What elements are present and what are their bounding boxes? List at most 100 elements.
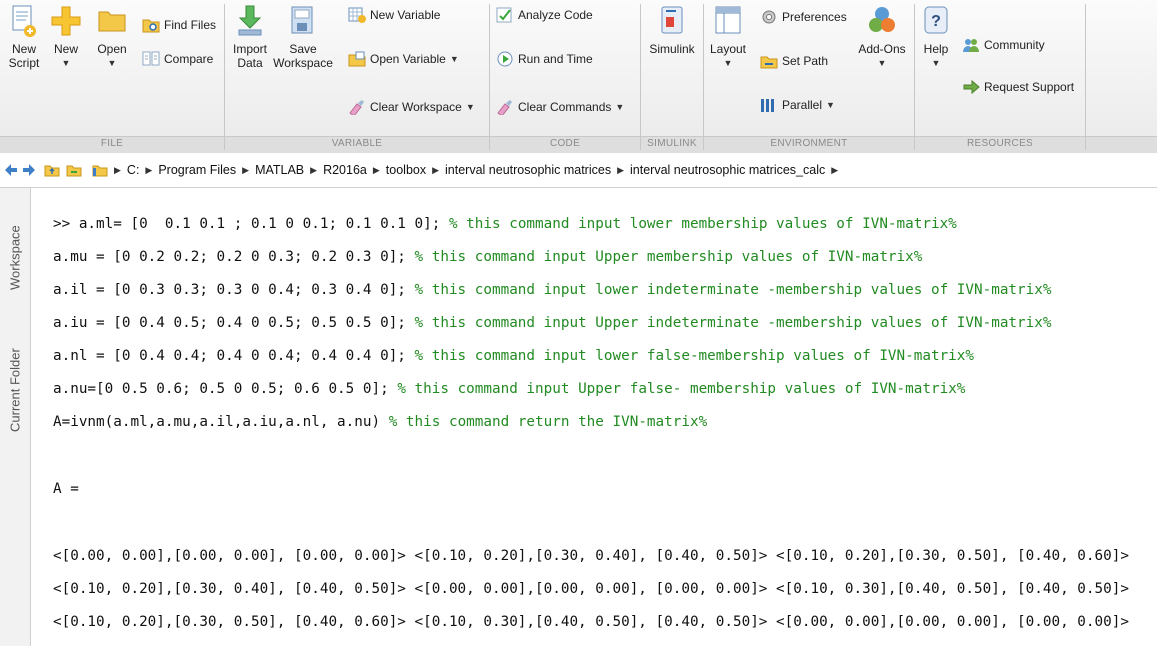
side-tabs: Workspace Current Folder (0, 188, 31, 646)
save-workspace-label-2: Workspace (273, 56, 333, 70)
breadcrumb-separator-icon: ▶ (114, 164, 121, 175)
new-variable-button[interactable]: New Variable (348, 4, 440, 26)
analyze-code-icon (496, 7, 512, 23)
forward-arrow-icon[interactable] (22, 163, 36, 177)
compare-button[interactable]: Compare (142, 48, 213, 70)
import-data-label-2: Data (237, 56, 263, 70)
tab-workspace[interactable]: Workspace (3, 208, 27, 308)
clear-workspace-button[interactable]: Clear Workspace ▼ (348, 96, 475, 118)
simulink-label: Simulink (649, 42, 695, 56)
layout-button[interactable]: Layout ▼ (708, 4, 748, 70)
folder-icon (98, 11, 126, 32)
clear-commands-button[interactable]: Clear Commands ▼ (496, 96, 624, 118)
import-data-button[interactable]: Import Data (230, 4, 270, 70)
breadcrumb-item[interactable]: R2016a (323, 163, 367, 177)
help-icon: ? (924, 6, 948, 34)
new-script-label-1: New (11, 42, 36, 56)
command-code: a.nu=[0 0.5 0.6; 0.5 0 0.5; 0.6 0.5 0]; (53, 381, 398, 397)
new-label: New (53, 42, 78, 56)
new-script-label-2: Script (8, 56, 40, 70)
breadcrumb-separator-icon: ▶ (432, 164, 440, 175)
parallel-label: Parallel (782, 98, 823, 112)
breadcrumb-item[interactable]: MATLAB (255, 163, 304, 177)
help-button[interactable]: ? Help ▼ (918, 4, 954, 70)
code-section-caption: CODE (549, 138, 581, 149)
command-comment: % this command input Upper false- member… (397, 381, 966, 397)
new-variable-icon (348, 7, 366, 23)
up-folder-icon[interactable] (44, 163, 60, 177)
new-button[interactable]: New ▼ (48, 4, 84, 70)
request-support-icon (963, 79, 980, 95)
parallel-button[interactable]: Parallel ▼ (760, 94, 835, 116)
address-bar: ▶ C: ▶ Program Files ▶ MATLAB ▶ R2016a ▶… (0, 153, 1157, 188)
breadcrumb-item[interactable]: interval neutrosophic matrices_calc (630, 163, 825, 177)
command-code: a.mu = [0 0.2 0.2; 0.2 0 0.3; 0.2 0.3 0]… (53, 249, 415, 265)
command-window[interactable]: >> a.ml= [0 0.1 0.1 ; 0.1 0 0.1; 0.1 0.1… (31, 188, 1157, 646)
open-variable-button[interactable]: Open Variable ▼ (348, 48, 459, 70)
set-path-button[interactable]: Set Path (760, 50, 828, 72)
analyze-code-button[interactable]: Analyze Code (496, 4, 593, 26)
clear-workspace-icon (349, 100, 364, 115)
command-comment: % this command input lower membership va… (448, 216, 957, 232)
resources-section-caption: RESOURCES (966, 138, 1034, 149)
find-files-label: Find Files (164, 18, 217, 32)
open-variable-label: Open Variable (370, 52, 446, 66)
section-divider (703, 4, 704, 150)
command-code: A=ivnm(a.ml,a.mu,a.il,a.iu,a.nl, a.nu) (53, 414, 389, 430)
command-code: a.il = [0 0.3 0.3; 0.3 0 0.4; 0.3 0.4 0]… (53, 282, 415, 298)
help-label: Help (923, 42, 949, 56)
browse-folder-icon[interactable] (66, 163, 82, 177)
command-line: a.nu=[0 0.5 0.6; 0.5 0 0.5; 0.6 0.5 0]; … (53, 381, 965, 397)
add-ons-dropdown-icon: ▼ (877, 58, 887, 68)
section-divider (489, 4, 490, 150)
simulink-button[interactable]: Simulink (646, 4, 698, 56)
simulink-section-caption: SIMULINK (647, 138, 697, 149)
simulink-icon (661, 6, 683, 34)
new-script-button[interactable]: New Script (6, 4, 42, 70)
command-comment: % this command input Upper indeterminate… (414, 315, 1052, 331)
command-code: a.nl = [0 0.4 0.4; 0.4 0 0.4; 0.4 0.4 0]… (53, 348, 415, 364)
breadcrumb-item[interactable]: interval neutrosophic matrices (445, 163, 611, 177)
add-ons-icon (869, 7, 895, 32)
breadcrumb-item[interactable]: Program Files (158, 163, 236, 177)
set-path-icon (760, 56, 778, 69)
add-ons-label: Add-Ons (858, 42, 906, 56)
layout-label: Layout (709, 42, 747, 56)
tab-current-folder[interactable]: Current Folder (3, 326, 27, 454)
result-row: <[0.10, 0.20],[0.30, 0.50], [0.40, 0.60]… (53, 614, 1129, 630)
plus-icon (51, 6, 81, 36)
section-divider (640, 4, 641, 150)
result-row: <[0.10, 0.20],[0.30, 0.40], [0.40, 0.50]… (53, 581, 1129, 597)
back-arrow-icon[interactable] (4, 163, 18, 177)
drive-folder-icon (92, 165, 108, 177)
toolstrip: New Script New ▼ Open ▼ Find Files Compa… (0, 0, 1157, 153)
save-workspace-button[interactable]: Save Workspace (272, 4, 334, 70)
help-dropdown-icon: ▼ (931, 58, 941, 68)
breadcrumb-item[interactable]: toolbox (386, 163, 426, 177)
variable-section-caption: VARIABLE (331, 138, 383, 149)
preferences-button[interactable]: Preferences (760, 6, 847, 28)
new-variable-label: New Variable (370, 8, 441, 22)
command-comment: % this command input lower indeterminate… (414, 282, 1052, 298)
request-support-label: Request Support (984, 80, 1075, 94)
set-path-label: Set Path (782, 54, 829, 68)
open-variable-icon (348, 51, 366, 67)
add-ons-button[interactable]: Add-Ons ▼ (856, 4, 908, 70)
find-files-button[interactable]: Find Files (142, 14, 216, 36)
breadcrumb-item[interactable]: C: (127, 163, 140, 177)
command-comment: % this command input lower false-members… (414, 348, 974, 364)
community-button[interactable]: Community (962, 34, 1045, 56)
parallel-dropdown-icon: ▼ (826, 100, 835, 110)
result-label: A = (53, 481, 79, 497)
section-divider (914, 4, 915, 150)
section-divider (1085, 4, 1086, 150)
run-and-time-button[interactable]: Run and Time (496, 48, 593, 70)
breadcrumb-separator-icon[interactable]: ▶ (831, 165, 838, 176)
request-support-button[interactable]: Request Support (962, 76, 1074, 98)
command-line: a.il = [0 0.3 0.3; 0.3 0 0.4; 0.3 0.4 0]… (53, 282, 1051, 298)
result-row: <[0.00, 0.00],[0.00, 0.00], [0.00, 0.00]… (53, 548, 1129, 564)
gear-icon (762, 10, 776, 24)
clear-commands-dropdown-icon: ▼ (615, 102, 625, 112)
open-button[interactable]: Open ▼ (92, 4, 132, 70)
breadcrumb-separator-icon: ▶ (242, 164, 250, 175)
